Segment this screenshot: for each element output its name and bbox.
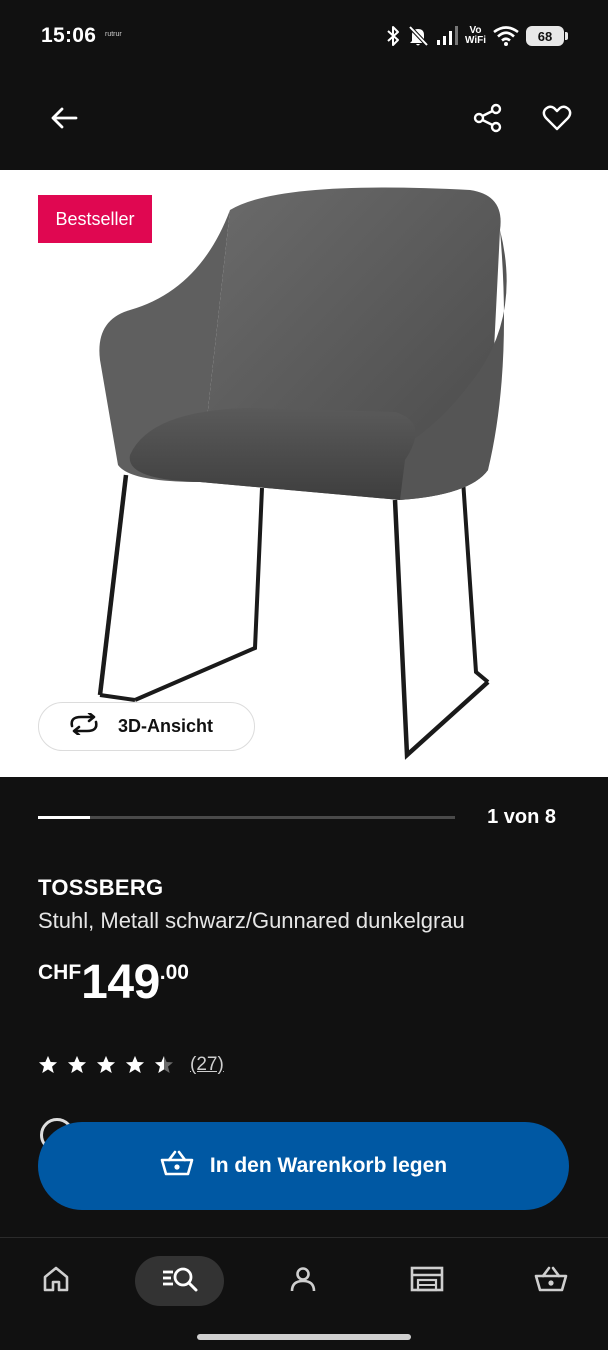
pager-progress <box>38 816 91 819</box>
view-3d-button[interactable]: 3D-Ansicht <box>38 702 255 751</box>
status-bar: 15:06 rutrur Vo WiFi 68 <box>0 0 608 72</box>
price-integer: 149 <box>81 956 160 1009</box>
pager-track <box>38 816 455 819</box>
product-image <box>97 187 507 760</box>
bluetooth-icon <box>386 25 400 47</box>
bestseller-badge: Bestseller <box>38 195 152 243</box>
arrow-left-icon <box>50 106 78 135</box>
review-count-link[interactable]: (27) <box>190 1054 224 1076</box>
product-name: TOSSBERG <box>38 875 164 900</box>
status-icons: Vo WiFi 68 <box>386 22 568 50</box>
star-icon <box>126 1056 144 1073</box>
search-icon <box>161 1265 199 1298</box>
carrier-mark: rutrur <box>105 31 122 38</box>
app-header <box>0 72 608 170</box>
favorite-button[interactable] <box>535 98 579 142</box>
rating-stars <box>38 1055 174 1075</box>
star-icon <box>68 1056 86 1073</box>
share-icon <box>473 103 503 138</box>
wifi-icon <box>493 26 519 46</box>
vowifi-icon: Vo WiFi <box>465 26 486 46</box>
product-price: CHF 149 .00 <box>38 958 189 1008</box>
profile-icon <box>289 1265 317 1298</box>
battery-icon: 68 <box>526 26 568 46</box>
heart-icon <box>542 104 572 137</box>
mute-icon <box>407 25 429 47</box>
star-icon <box>97 1056 115 1073</box>
basket-icon <box>534 1265 568 1298</box>
add-to-cart-button[interactable]: In den Warenkorb legen <box>38 1122 569 1210</box>
nav-profile[interactable] <box>277 1256 329 1306</box>
rotate-icon <box>67 711 101 740</box>
vowifi-bottom: WiFi <box>464 35 486 46</box>
add-to-cart-label: In den Warenkorb legen <box>209 1154 448 1177</box>
nav-home[interactable] <box>30 1256 82 1306</box>
image-pager: 1 von 8 <box>0 802 608 836</box>
nav-store[interactable] <box>401 1256 453 1306</box>
product-image-carousel[interactable]: Bestseller 3D-Ansicht <box>0 170 608 777</box>
product-rating[interactable]: (27) <box>38 1054 224 1076</box>
cart-icon <box>160 1149 194 1183</box>
home-indicator[interactable] <box>197 1334 411 1340</box>
price-currency: CHF <box>38 961 82 984</box>
pager-count: 1 von 8 <box>487 806 556 828</box>
star-icon <box>155 1056 173 1073</box>
bottom-navigation <box>0 1237 608 1350</box>
back-button[interactable] <box>42 98 86 142</box>
signal-icon <box>436 26 458 46</box>
nav-search[interactable] <box>135 1256 224 1306</box>
nav-cart[interactable] <box>525 1256 577 1306</box>
star-icon <box>39 1056 57 1073</box>
share-button[interactable] <box>466 98 510 142</box>
battery-level: 68 <box>537 28 553 44</box>
view-3d-label: 3D-Ansicht <box>118 716 214 736</box>
store-icon <box>410 1265 444 1298</box>
product-description: Stuhl, Metall schwarz/Gunnared dunkelgra… <box>38 908 465 933</box>
status-time: 15:06 <box>41 24 97 47</box>
home-icon <box>42 1265 70 1298</box>
price-decimal: .00 <box>159 961 189 984</box>
